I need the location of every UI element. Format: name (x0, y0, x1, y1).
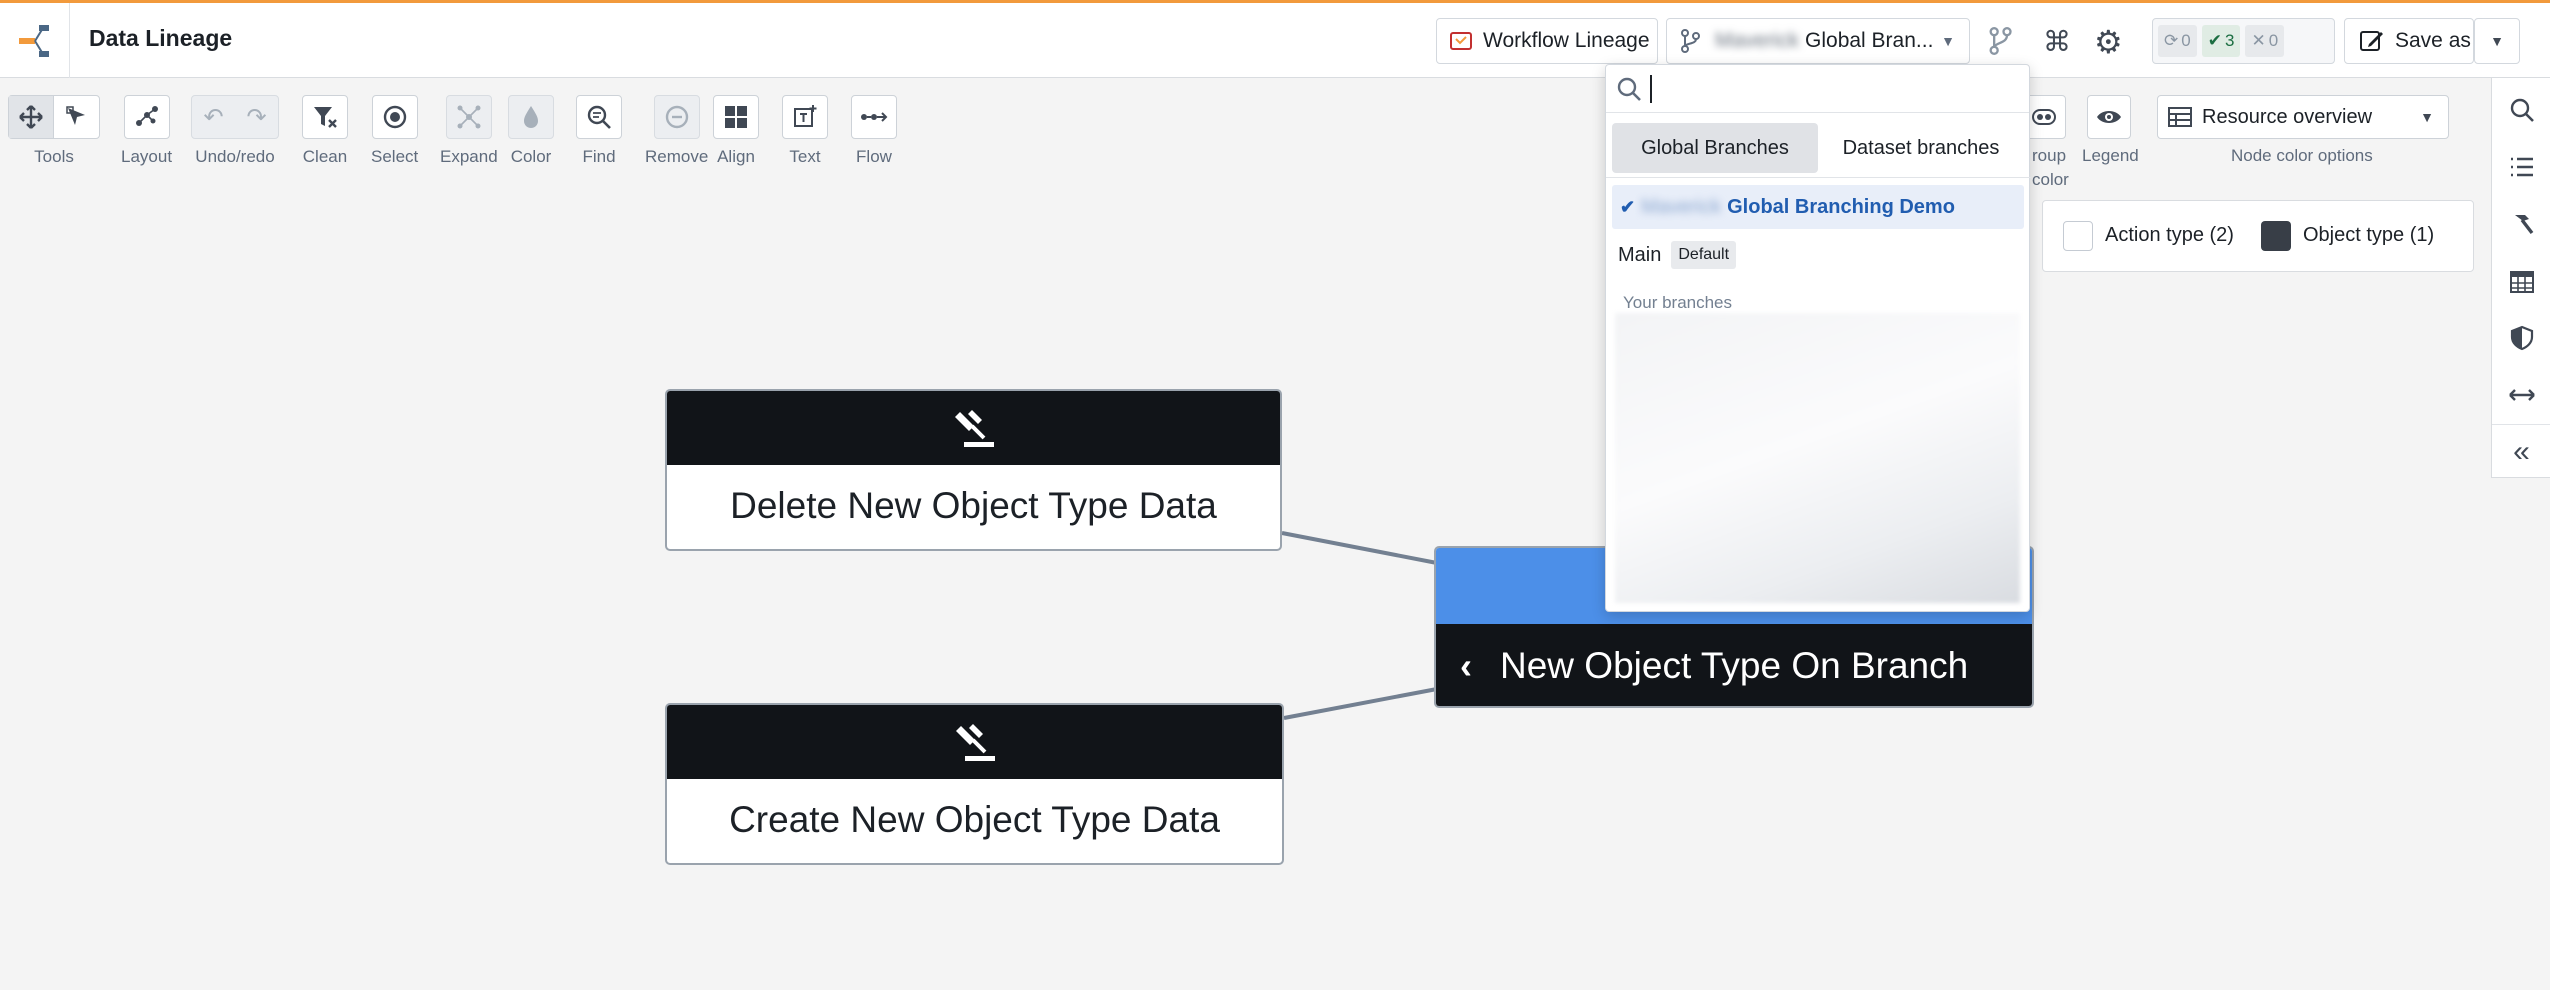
action-node-delete[interactable]: Delete New Object Type Data (665, 389, 1282, 551)
your-branches-heading: Your branches (1623, 293, 1733, 312)
selected-branch-item[interactable]: ✔ Maverick Global Branching Demo (1612, 185, 2024, 229)
edge-delete-to-object (1281, 531, 1438, 565)
branch-dropdown: Global Branches Dataset branches ✔ Maver… (1605, 64, 2031, 612)
main-branch-label: Main (1618, 243, 1662, 266)
main-branch-item[interactable]: Main Default (1618, 238, 1737, 272)
action-node-label: Create New Object Type Data (729, 799, 1220, 840)
shield-icon[interactable] (2492, 310, 2550, 366)
search-icon[interactable] (2492, 82, 2550, 138)
divider (1606, 177, 2031, 178)
list-icon[interactable] (2492, 139, 2550, 195)
check-icon: ✔ (1620, 196, 1636, 217)
branch-search-box[interactable] (1606, 65, 2029, 113)
arrows-horizontal-icon[interactable] (2492, 367, 2550, 423)
action-node-create[interactable]: Create New Object Type Data (665, 703, 1284, 865)
chevron-left-icon[interactable]: ‹ (1460, 645, 1472, 687)
selected-branch-name: Global Branching Demo (1727, 195, 1955, 218)
action-node-header (667, 391, 1280, 465)
branch-tabs: Global Branches Dataset branches (1612, 123, 2024, 173)
right-sidebar: « (2491, 78, 2550, 478)
action-node-header (667, 705, 1282, 779)
default-tag: Default (1671, 241, 1737, 269)
tab-dataset-branches[interactable]: Dataset branches (1818, 123, 2024, 173)
gavel-icon (955, 724, 995, 761)
edge-create-to-object (1283, 687, 1438, 720)
object-node-label: New Object Type On Branch (1500, 645, 1969, 686)
gavel-icon (954, 410, 994, 447)
selected-branch-prefix-blurred: Maverick (1641, 195, 1722, 218)
collapse-double-chevron-icon[interactable]: « (2492, 424, 2550, 480)
object-node-body: ‹ New Object Type On Branch (1436, 624, 2032, 706)
calendar-table-icon[interactable] (2492, 253, 2550, 309)
search-input-caret[interactable] (1650, 74, 1652, 103)
search-icon (1617, 77, 1641, 101)
your-branches-list-blurred (1615, 313, 2020, 603)
tab-global-branches[interactable]: Global Branches (1612, 123, 1818, 173)
hammer-icon[interactable] (2492, 196, 2550, 252)
action-node-label: Delete New Object Type Data (730, 485, 1217, 526)
